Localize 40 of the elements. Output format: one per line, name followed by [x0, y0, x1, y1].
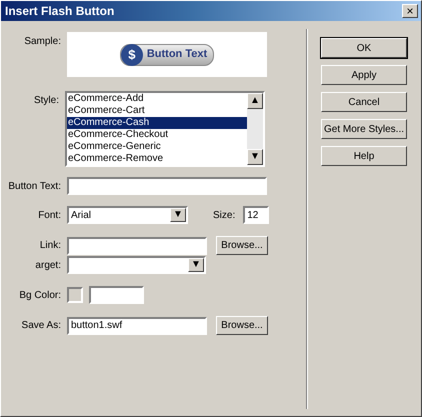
field-label: Font:	[37, 208, 62, 222]
link-field[interactable]	[67, 236, 207, 254]
dropdown-button[interactable]: ▼	[188, 258, 204, 272]
window-title: Insert Flash Button	[5, 3, 114, 20]
target-dropdown[interactable]: ▼	[67, 256, 206, 274]
close-button[interactable]: ×	[402, 4, 418, 18]
bg-color-field[interactable]	[89, 286, 144, 304]
sample-button-text: Button Text	[146, 47, 208, 62]
browse-button[interactable]: Browse...	[216, 236, 268, 255]
style-list-item[interactable]: eCommerce-Add	[67, 93, 247, 105]
field-label: Save As:	[20, 319, 62, 333]
style-list-item[interactable]: eCommerce-Remove	[67, 153, 247, 165]
style-list-item[interactable]: eCommerce-Generic	[67, 141, 247, 153]
field-label: Link:	[38, 239, 62, 253]
size-field[interactable]: 12	[243, 206, 270, 224]
field-label: Sample:	[23, 35, 62, 49]
field-label: Button Text:	[7, 180, 62, 194]
style-list-item[interactable]: eCommerce-Checkout	[67, 129, 247, 141]
style-list-item[interactable]: eCommerce-Cash	[67, 117, 247, 129]
button-text-field[interactable]	[67, 177, 267, 195]
browse-button[interactable]: Browse...	[216, 316, 268, 335]
field-label: Size:	[213, 208, 236, 222]
dialog-button[interactable]: Apply	[321, 65, 407, 85]
field-label: Bg Color:	[18, 288, 62, 302]
dropdown-button[interactable]: ▼	[170, 208, 186, 222]
style-list-item[interactable]: eCommerce-Cart	[67, 105, 247, 117]
scrollbar[interactable]: ▲ ▼	[247, 93, 263, 165]
scroll-up-button[interactable]: ▲	[247, 93, 263, 109]
save-as-field[interactable]: button1.swf	[67, 316, 207, 334]
field-label: arget:	[34, 258, 62, 272]
font-dropdown[interactable]: Arial ▼	[67, 206, 188, 224]
dialog-button[interactable]: Cancel	[321, 92, 407, 112]
scroll-down-button[interactable]: ▼	[247, 149, 263, 165]
field-label: Style:	[32, 94, 60, 108]
dialog-button[interactable]: Get More Styles...	[321, 119, 407, 139]
style-list[interactable]: eCommerce-Add eCommerce-Cart eCommerce-Cash eCommerce-Checkout eCommerce-Generic eCommerce-Remove ▲ ▼	[65, 91, 265, 167]
dollar-icon: $	[120, 44, 143, 66]
dialog-button[interactable]: Help	[321, 146, 407, 166]
dialog-button[interactable]: OK	[321, 38, 407, 58]
color-swatch-button[interactable]	[67, 287, 83, 303]
